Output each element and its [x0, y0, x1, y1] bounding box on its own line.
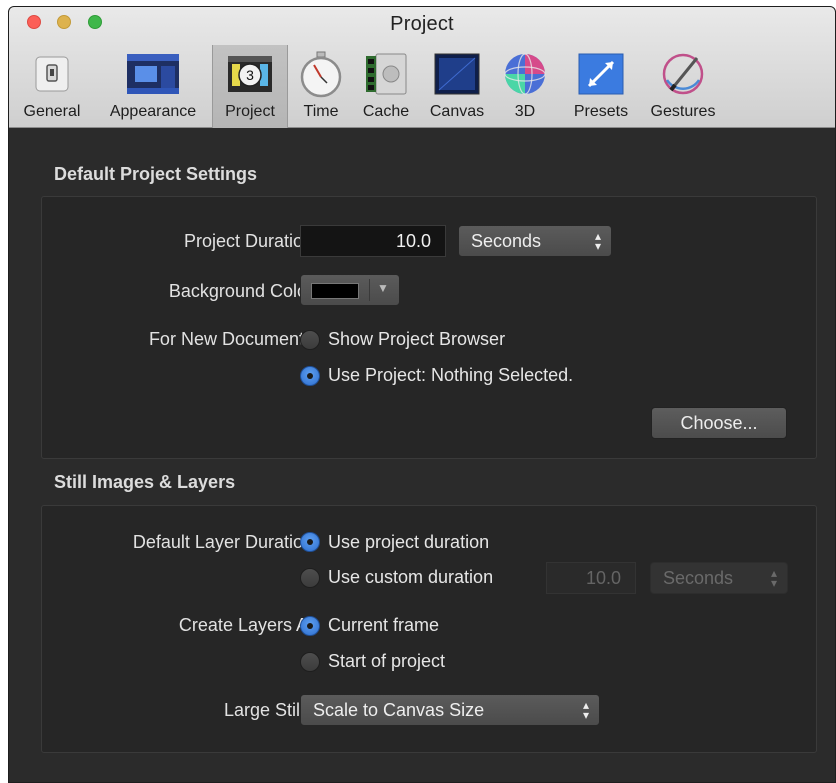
option-use-custom-duration: Use custom duration	[328, 567, 494, 587]
toolbar-item-time[interactable]: Time	[293, 45, 349, 128]
toolbar-label: Project	[225, 103, 275, 120]
toolbar-item-canvas[interactable]: Canvas	[422, 45, 492, 128]
separator	[369, 279, 370, 301]
create-layers-at-label: Create Layers At:	[178, 615, 318, 635]
up-down-arrows-icon: ▴ ▾	[594, 229, 601, 253]
color-swatch	[311, 283, 359, 299]
memory-cache-icon	[358, 49, 414, 99]
toolbar-item-appearance[interactable]: Appearance	[99, 45, 207, 128]
up-down-arrows-icon: ▴ ▾	[582, 698, 589, 722]
choose-button[interactable]: Choose...	[651, 407, 787, 439]
section-title-default-project: Default Project Settings	[54, 164, 258, 184]
option-start-of-project: Start of project	[328, 651, 446, 671]
preferences-window: Project General Appearance 3 Project Tim…	[8, 6, 836, 783]
chevron-down-icon: ▼	[377, 281, 389, 295]
gestures-pen-icon	[655, 49, 711, 99]
3d-sphere-icon	[497, 49, 553, 99]
toolbar-label: Canvas	[429, 103, 485, 120]
toolbar-label: Cache	[362, 103, 410, 120]
toolbar-label: Appearance	[109, 103, 197, 120]
new-documents-label: For New Documents:	[148, 329, 318, 349]
large-stills-value: Scale to Canvas Size	[313, 700, 485, 720]
default-project-group: Project Duration: 10.0 Seconds ▴ ▾ Backgr…	[41, 196, 817, 459]
toolbar-item-cache[interactable]: Cache	[355, 45, 417, 128]
section-title-still-images: Still Images & Layers	[54, 472, 236, 492]
custom-duration-unit-popup[interactable]: Seconds ▴ ▾	[650, 562, 788, 594]
radio-use-custom-duration[interactable]	[300, 568, 320, 588]
custom-duration-unit-value: Seconds	[663, 568, 734, 588]
toolbar-label: General	[23, 103, 81, 120]
toolbar-item-project[interactable]: 3 Project	[212, 45, 288, 128]
duration-unit-value: Seconds	[471, 231, 542, 251]
toolbar-item-3d[interactable]: 3D	[499, 45, 551, 128]
option-use-project-duration: Use project duration	[328, 532, 490, 552]
general-switch-icon	[24, 49, 80, 99]
still-images-group: Default Layer Duration: Use project dura…	[41, 505, 817, 753]
custom-duration-field[interactable]: 10.0	[546, 562, 636, 594]
canvas-icon	[429, 49, 485, 99]
background-color-well[interactable]: ▼	[300, 274, 400, 306]
window-title: Project	[390, 13, 454, 35]
option-current-frame: Current frame	[328, 615, 440, 635]
toolbar-label: Presets	[573, 103, 629, 120]
toolbar-label: 3D	[514, 103, 536, 120]
toolbar-label: Gestures	[650, 103, 716, 120]
stopwatch-icon	[293, 49, 349, 99]
project-duration-field[interactable]: 10.0	[300, 225, 446, 257]
toolbar-item-gestures[interactable]: Gestures	[643, 45, 723, 128]
duration-unit-popup[interactable]: Seconds ▴ ▾	[458, 225, 612, 257]
radio-use-project[interactable]	[300, 366, 320, 386]
option-use-project: Use Project: Nothing Selected.	[328, 365, 574, 385]
default-layer-duration-label: Default Layer Duration:	[132, 532, 318, 552]
toolbar: Project General Appearance 3 Project Tim…	[9, 7, 835, 128]
toolbar-item-general[interactable]: General	[15, 45, 89, 128]
appearance-window-icon	[125, 49, 181, 99]
option-show-project-browser: Show Project Browser	[328, 329, 506, 349]
project-countdown-icon: 3	[222, 49, 278, 99]
large-stills-popup[interactable]: Scale to Canvas Size ▴ ▾	[300, 694, 600, 726]
project-duration-label: Project Duration:	[183, 231, 318, 251]
background-color-label: Background Color:	[168, 281, 318, 301]
presets-arrows-icon	[573, 49, 629, 99]
svg-text:3: 3	[246, 67, 254, 83]
up-down-arrows-icon: ▴ ▾	[770, 566, 777, 590]
toolbar-label: Time	[303, 103, 339, 120]
radio-start-of-project[interactable]	[300, 652, 320, 672]
radio-current-frame[interactable]	[300, 616, 320, 636]
toolbar-item-presets[interactable]: Presets	[563, 45, 639, 128]
radio-use-project-duration[interactable]	[300, 532, 320, 552]
radio-show-project-browser[interactable]	[300, 330, 320, 350]
